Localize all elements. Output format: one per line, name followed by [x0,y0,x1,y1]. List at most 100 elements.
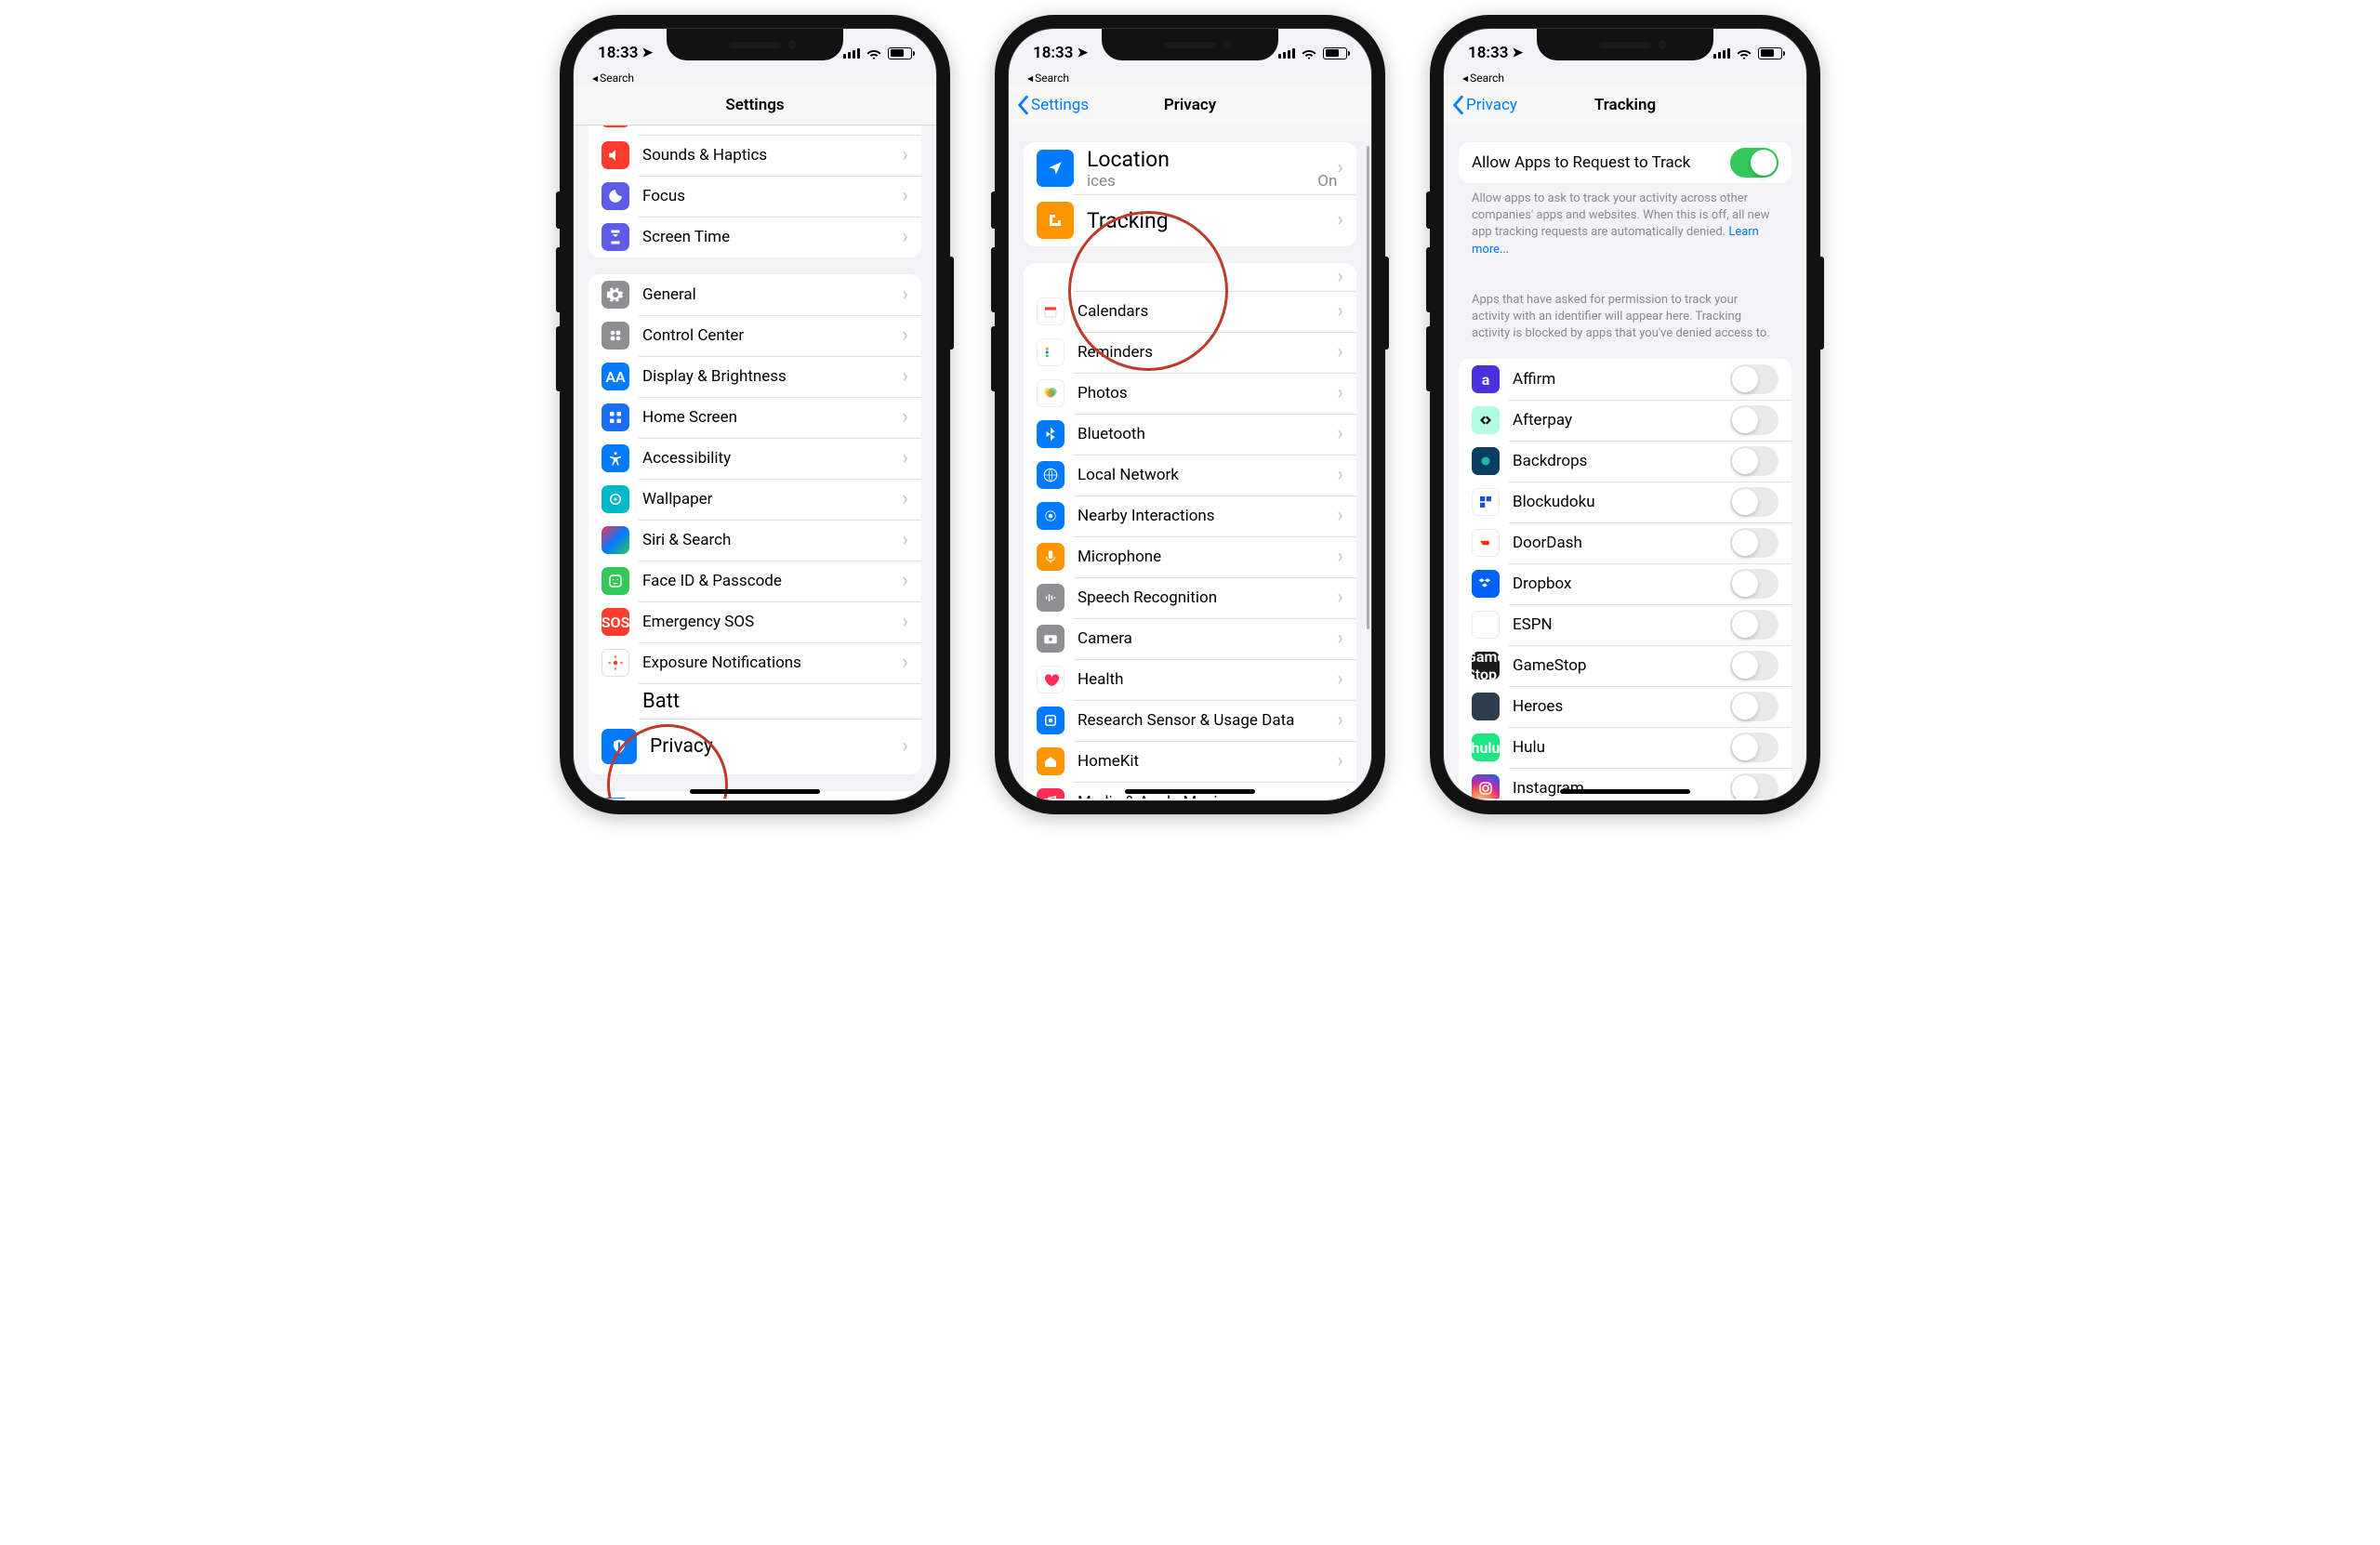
row-label: Batt [642,690,908,713]
row-nearby-interactions[interactable]: Nearby Interactions› [1024,495,1356,536]
app-toggle[interactable] [1730,569,1778,599]
row-exposure-notifications[interactable]: Exposure Notifications› [588,642,921,683]
app-row-hulu[interactable]: huluHulu [1459,727,1792,768]
breadcrumb-back-search[interactable]: Search [1009,70,1371,85]
row-research-sensor[interactable]: Research Sensor & Usage Data› [1024,700,1356,741]
row-speech-recognition[interactable]: Speech Recognition› [1024,577,1356,618]
page-title: Tracking [1594,96,1656,114]
nav-back-label: Settings [1031,96,1089,114]
home-indicator[interactable] [1560,789,1690,794]
app-toggle[interactable] [1730,446,1778,476]
photos-icon [1037,379,1064,407]
display-icon: AA [602,363,629,390]
location-arrow-icon: ➤ [1512,46,1523,60]
navbar: Settings Privacy [1009,85,1371,125]
row-accessibility[interactable]: Accessibility› [588,438,921,479]
tracking-scroll[interactable]: Allow Apps to Request to Track Allow app… [1444,125,1806,799]
app-row-backdrops[interactable]: Backdrops [1459,441,1792,482]
privacy-scroll[interactable]: Location icesOn › Tracking › › Calendars… [1009,125,1371,799]
row-label: General [642,285,902,304]
chevron-left-icon [1451,95,1464,115]
row-local-network[interactable]: Local Network› [1024,455,1356,495]
row-siri-search[interactable]: Siri & Search› [588,520,921,561]
row-display-brightness[interactable]: AADisplay & Brightness› [588,356,921,397]
row-reminders[interactable]: Reminders› [1024,332,1356,373]
home-indicator[interactable] [1125,789,1255,794]
sounds-icon [602,141,629,169]
row-battery[interactable]: Batt [588,683,921,719]
row-allow-tracking[interactable]: Allow Apps to Request to Track [1459,142,1792,183]
chevron-right-icon: › [902,145,908,165]
row-screen-time[interactable]: Screen Time › [588,217,921,258]
app-row-blockudoku[interactable]: Blockudoku [1459,482,1792,522]
row-label: Hulu [1513,738,1730,757]
wallpaper-icon [602,485,629,513]
row-face-id[interactable]: Face ID & Passcode› [588,561,921,601]
location-icon [1037,150,1074,187]
row-homekit[interactable]: HomeKit› [1024,741,1356,782]
app-toggle[interactable] [1730,651,1778,680]
app-row-espn[interactable]: EESPN [1459,604,1792,645]
chevron-right-icon: › [902,186,908,206]
navbar: Settings [574,85,936,125]
row-label: Allow Apps to Request to Track [1472,153,1730,172]
row-general[interactable]: General› [588,274,921,315]
row-wallpaper[interactable]: Wallpaper› [588,479,921,520]
home-indicator[interactable] [690,789,820,794]
gear-icon [602,281,629,309]
row-tracking[interactable]: Tracking › [1024,194,1356,246]
app-toggle[interactable] [1730,733,1778,762]
app-toggle[interactable] [1730,610,1778,640]
app-toggle[interactable] [1730,692,1778,721]
row-label: Focus [642,187,902,205]
app-row-doordash[interactable]: DoorDash [1459,522,1792,563]
row-label: Control Center [642,326,902,345]
app-toggle[interactable] [1730,487,1778,517]
row-microphone[interactable]: Microphone› [1024,536,1356,577]
row-photos[interactable]: Photos› [1024,373,1356,414]
status-time: 18:33 [1033,44,1073,62]
row-contacts[interactable]: › [1024,263,1356,291]
row-location-services[interactable]: Location icesOn › [1024,142,1356,194]
row-control-center[interactable]: Control Center› [588,315,921,356]
row-label: Research Sensor & Usage Data [1078,711,1337,730]
row-emergency-sos[interactable]: SOSEmergency SOS› [588,601,921,642]
chevron-right-icon: › [902,571,908,591]
chevron-right-icon: › [902,227,908,247]
row-calendars[interactable]: Calendars› [1024,291,1356,332]
row-privacy[interactable]: Privacy› [588,719,921,774]
nav-back-label: Privacy [1466,96,1517,114]
breadcrumb-back-search[interactable]: Search [1444,70,1806,85]
row-label: Blockudoku [1513,493,1730,511]
row-sounds-haptics[interactable]: Sounds & Haptics › [588,135,921,176]
app-toggle[interactable] [1730,364,1778,394]
chevron-right-icon: › [1337,424,1343,444]
row-home-screen[interactable]: Home Screen› [588,397,921,438]
breadcrumb-back-search[interactable]: Search [574,70,936,85]
chevron-right-icon: › [1337,710,1343,731]
app-toggle[interactable] [1730,773,1778,799]
app-row-heroes[interactable]: Heroes [1459,686,1792,727]
row-health[interactable]: Health› [1024,659,1356,700]
nav-back-button[interactable]: Settings [1016,85,1089,125]
app-toggle[interactable] [1730,405,1778,435]
app-row-gamestop[interactable]: GameStopGameStop [1459,645,1792,686]
settings-scroll[interactable]: Sounds & Haptics › Focus › Screen Time ›… [574,125,936,799]
allow-tracking-toggle[interactable] [1730,148,1778,178]
row-cut-off[interactable] [588,125,921,135]
app-row-affirm[interactable]: aAffirm [1459,359,1792,400]
row-bluetooth[interactable]: Bluetooth› [1024,414,1356,455]
row-label: Microphone [1078,548,1337,566]
screentime-icon [602,223,629,251]
app-row-instagram[interactable]: Instagram [1459,768,1792,799]
app-row-dropbox[interactable]: Dropbox [1459,563,1792,604]
row-camera[interactable]: Camera› [1024,618,1356,659]
tracking-explainer-2: Apps that have asked for permission to t… [1444,284,1806,343]
app-toggle[interactable] [1730,528,1778,558]
scroll-indicator[interactable] [1367,146,1369,629]
app-row-afterpay[interactable]: Afterpay [1459,400,1792,441]
microphone-icon [1037,543,1064,571]
nav-back-button[interactable]: Privacy [1451,85,1517,125]
chevron-right-icon: › [902,530,908,550]
row-focus[interactable]: Focus › [588,176,921,217]
